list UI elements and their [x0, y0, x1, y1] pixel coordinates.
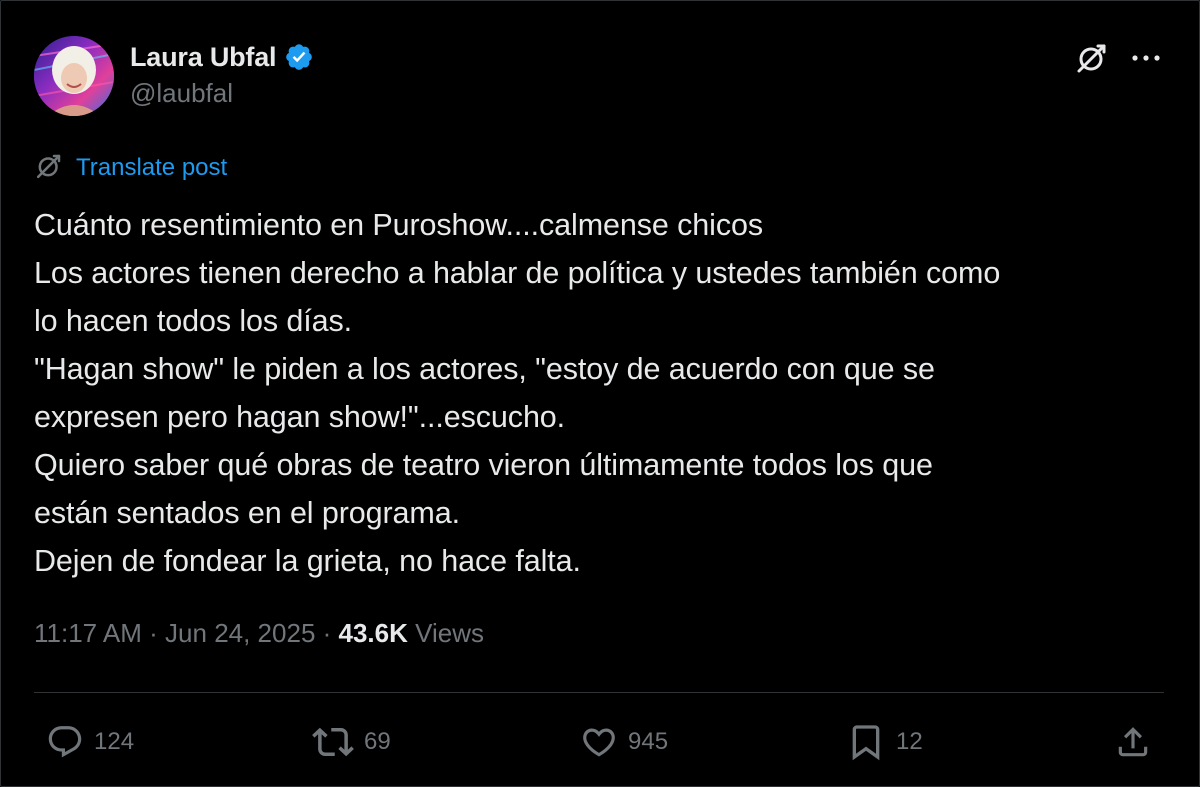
- post-text: Cuánto resentimiento en Puroshow....calm…: [34, 201, 1174, 585]
- heart-icon: [580, 723, 618, 761]
- grok-icon: [34, 151, 64, 186]
- share-icon: [1114, 723, 1152, 761]
- meta-separator: ·: [141, 618, 166, 648]
- reply-icon: [46, 723, 84, 761]
- like-button[interactable]: 945: [580, 722, 668, 762]
- post-meta: 11:17 AM · Jun 24, 2025 · 43.6K Views: [34, 618, 484, 649]
- author-handle[interactable]: @laubfal: [130, 78, 233, 109]
- repost-button[interactable]: 69: [312, 722, 391, 762]
- like-count: 945: [628, 728, 669, 755]
- author-name[interactable]: Laura Ubfal: [130, 42, 277, 73]
- bookmark-button[interactable]: 12: [846, 722, 923, 762]
- translate-post-link[interactable]: Translate post: [34, 150, 227, 186]
- post-text-line: lo hacen todos los días.: [34, 304, 353, 338]
- post-text-line: expresen pero hagan show!"...escucho.: [34, 400, 566, 434]
- post-text-line: están sentados en el programa.: [34, 496, 460, 530]
- author-name-row[interactable]: Laura Ubfal: [130, 40, 314, 74]
- more-horizontal-icon[interactable]: [1128, 40, 1164, 76]
- bookmark-count: 12: [896, 728, 923, 755]
- reply-count: 124: [94, 728, 135, 755]
- repost-icon: [312, 721, 354, 763]
- post-time[interactable]: 11:17 AM: [34, 618, 142, 649]
- grok-icon[interactable]: [1074, 40, 1110, 76]
- verified-badge-icon: [284, 42, 314, 72]
- views-label: Views: [407, 618, 485, 648]
- repost-count: 69: [364, 728, 391, 755]
- meta-separator: ·: [315, 618, 339, 648]
- post-text-line: Quiero saber qué obras de teatro vieron …: [34, 448, 933, 482]
- post-text-line: Los actores tienen derecho a hablar de p…: [34, 256, 1001, 290]
- translate-post-label[interactable]: Translate post: [76, 154, 227, 182]
- post-date[interactable]: Jun 24, 2025: [165, 618, 315, 649]
- post-text-line: Dejen de fondear la grieta, no hace falt…: [34, 544, 581, 578]
- views-count: 43.6K: [338, 618, 408, 648]
- avatar[interactable]: [34, 36, 114, 116]
- share-button[interactable]: [1114, 722, 1152, 762]
- post-text-line: Cuánto resentimiento en Puroshow....calm…: [34, 208, 763, 242]
- reply-button[interactable]: 124: [46, 722, 134, 762]
- divider: [34, 692, 1164, 693]
- post-text-line: "Hagan show" le piden a los actores, "es…: [34, 352, 935, 386]
- bookmark-icon: [846, 722, 886, 762]
